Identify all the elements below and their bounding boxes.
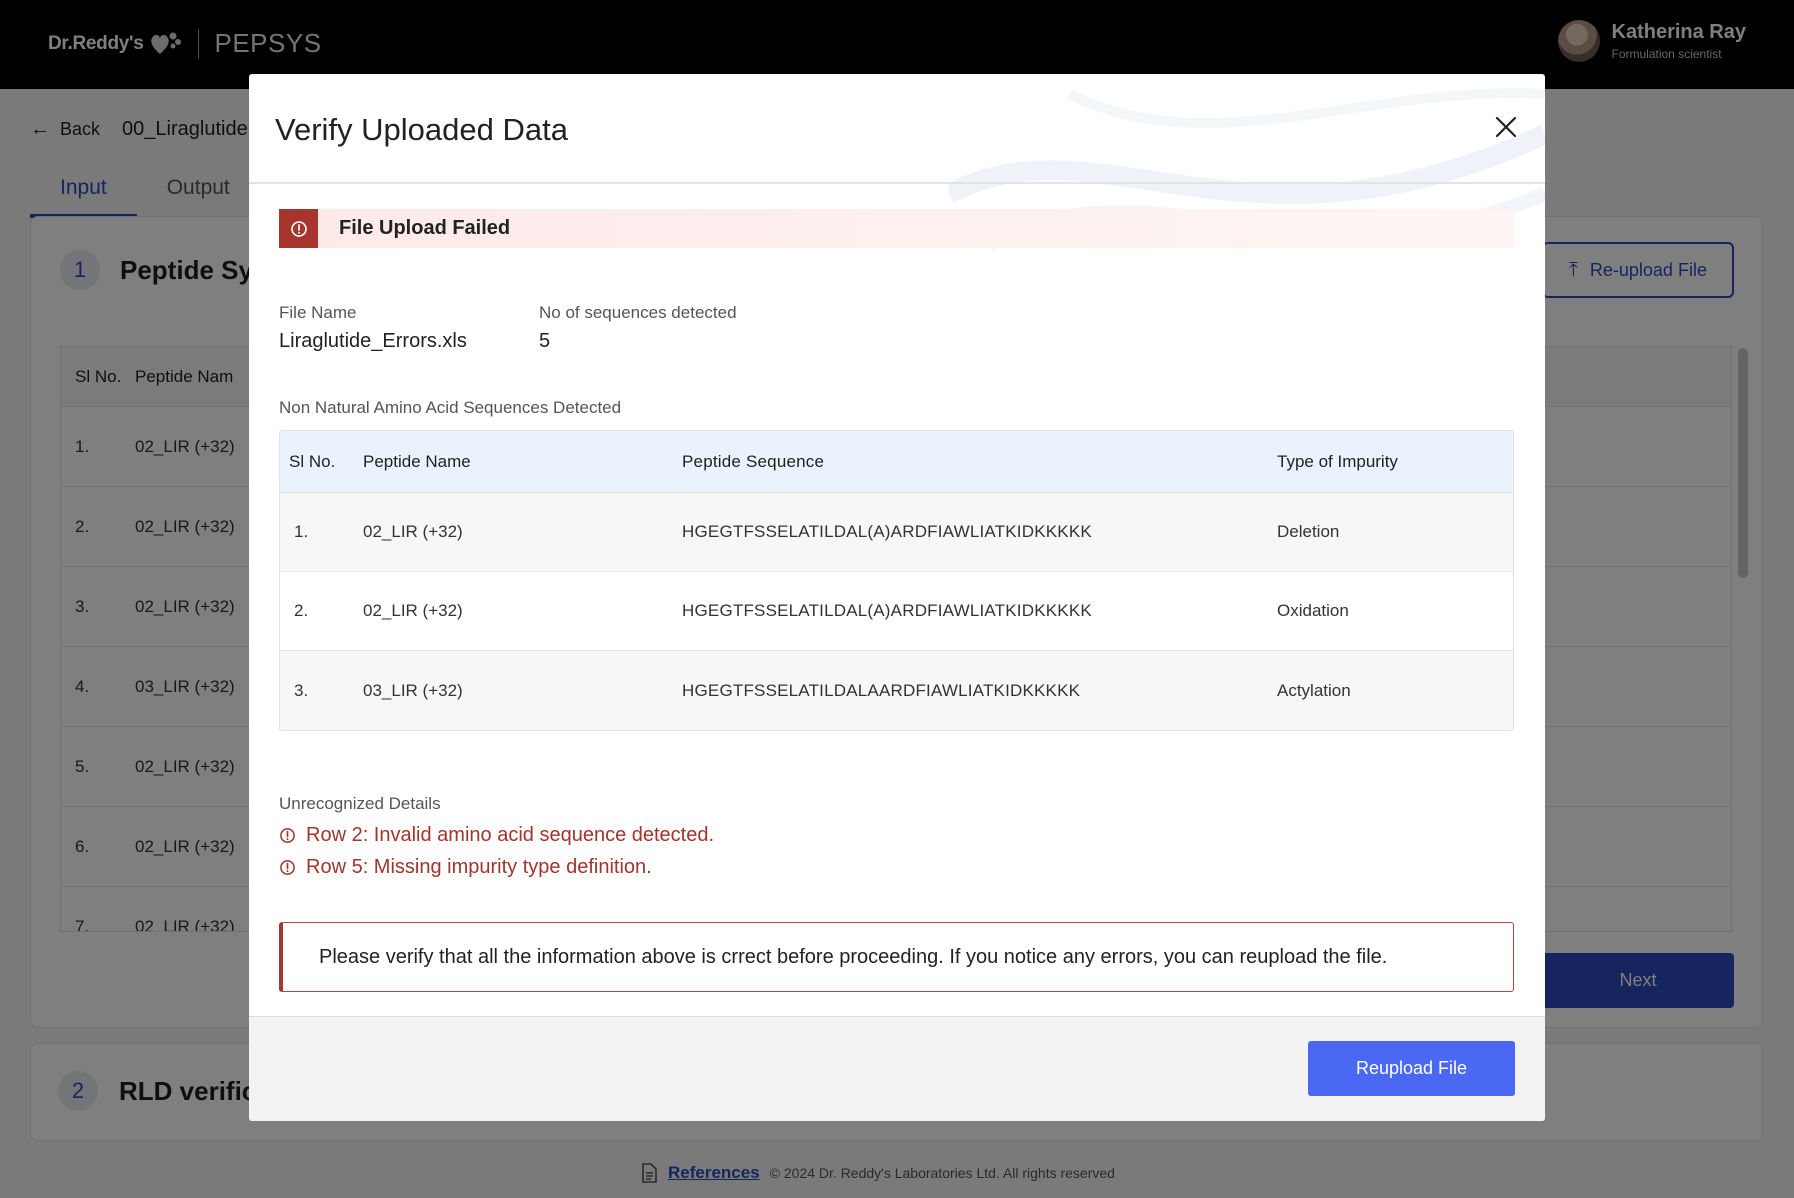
- error-item: Row 5: Missing impurity type definition.: [279, 856, 652, 879]
- column-header-name: Peptide Name: [363, 451, 471, 471]
- error-message: Row 2: Invalid amino acid sequence detec…: [306, 824, 715, 846]
- cell-impurity: Deletion: [1277, 522, 1340, 541]
- table-section-label: Non Natural Amino Acid Sequences Detecte…: [279, 398, 622, 417]
- divider: [249, 182, 1545, 184]
- sequence-count-value: 5: [539, 330, 551, 352]
- alert-circle-icon: [280, 860, 295, 875]
- column-header-sl: Sl No.: [289, 451, 336, 471]
- cell-sl: 2.: [294, 601, 309, 620]
- close-icon[interactable]: [1491, 112, 1521, 142]
- modal-footer: Reupload File: [249, 1016, 1545, 1121]
- cell-name: 02_LIR (+32): [363, 601, 463, 620]
- cell-sequence: HGEGTFSSELATILDALAARDFIAWLIATKIDKKKKK: [682, 680, 1081, 700]
- cell-impurity: Actylation: [1277, 680, 1351, 700]
- verification-note: Please verify that all the information a…: [279, 922, 1514, 992]
- cell-impurity: Oxidation: [1277, 601, 1349, 620]
- table-row[interactable]: 3. 03_LIR (+32) HGEGTFSSELATILDALAARDFIA…: [280, 651, 1513, 730]
- reupload-file-button[interactable]: Reupload File: [1308, 1041, 1515, 1096]
- cell-sl: 3.: [294, 680, 309, 700]
- error-item: Row 2: Invalid amino acid sequence detec…: [279, 824, 714, 847]
- cell-sequence: HGEGTFSSELATILDAL(A)ARDFIAWLIATKIDKKKKK: [682, 601, 1092, 620]
- decorative-wave: [949, 88, 1545, 251]
- sequence-count-label: No of sequences detected: [539, 303, 737, 322]
- modal-title: Verify Uploaded Data: [275, 112, 568, 147]
- column-header-impurity: Type of Impurity: [1277, 451, 1398, 471]
- alert-circle-icon: [280, 828, 295, 843]
- alert-circle-icon: [279, 209, 318, 248]
- cell-name: 03_LIR (+32): [363, 680, 463, 700]
- verify-upload-dialog: Verify Uploaded Data File Upload Failed …: [249, 74, 1545, 1121]
- cell-sequence: HGEGTFSSELATILDAL(A)ARDFIAWLIATKIDKKKKK: [682, 522, 1092, 541]
- table-row[interactable]: 1. 02_LIR (+32) HGEGTFSSELATILDAL(A)ARDF…: [280, 493, 1513, 572]
- table-row[interactable]: 2. 02_LIR (+32) HGEGTFSSELATILDAL(A)ARDF…: [280, 572, 1513, 651]
- cell-sl: 1.: [294, 522, 309, 541]
- file-name-label: File Name: [279, 303, 357, 322]
- column-header-sequence: Peptide Sequence: [682, 451, 825, 471]
- file-name-value: Liraglutide_Errors.xls: [279, 330, 467, 352]
- cell-name: 02_LIR (+32): [363, 522, 463, 541]
- non-natural-sequence-table: Sl No. Peptide Name Peptide Sequence Typ…: [279, 430, 1514, 731]
- error-message: Row 5: Missing impurity type definition.: [306, 856, 652, 878]
- alert-message: File Upload Failed: [339, 217, 511, 239]
- upload-failed-alert: File Upload Failed: [279, 209, 1514, 248]
- table-header: Sl No. Peptide Name Peptide Sequence Typ…: [280, 431, 1513, 493]
- unrecognized-label: Unrecognized Details: [279, 794, 441, 813]
